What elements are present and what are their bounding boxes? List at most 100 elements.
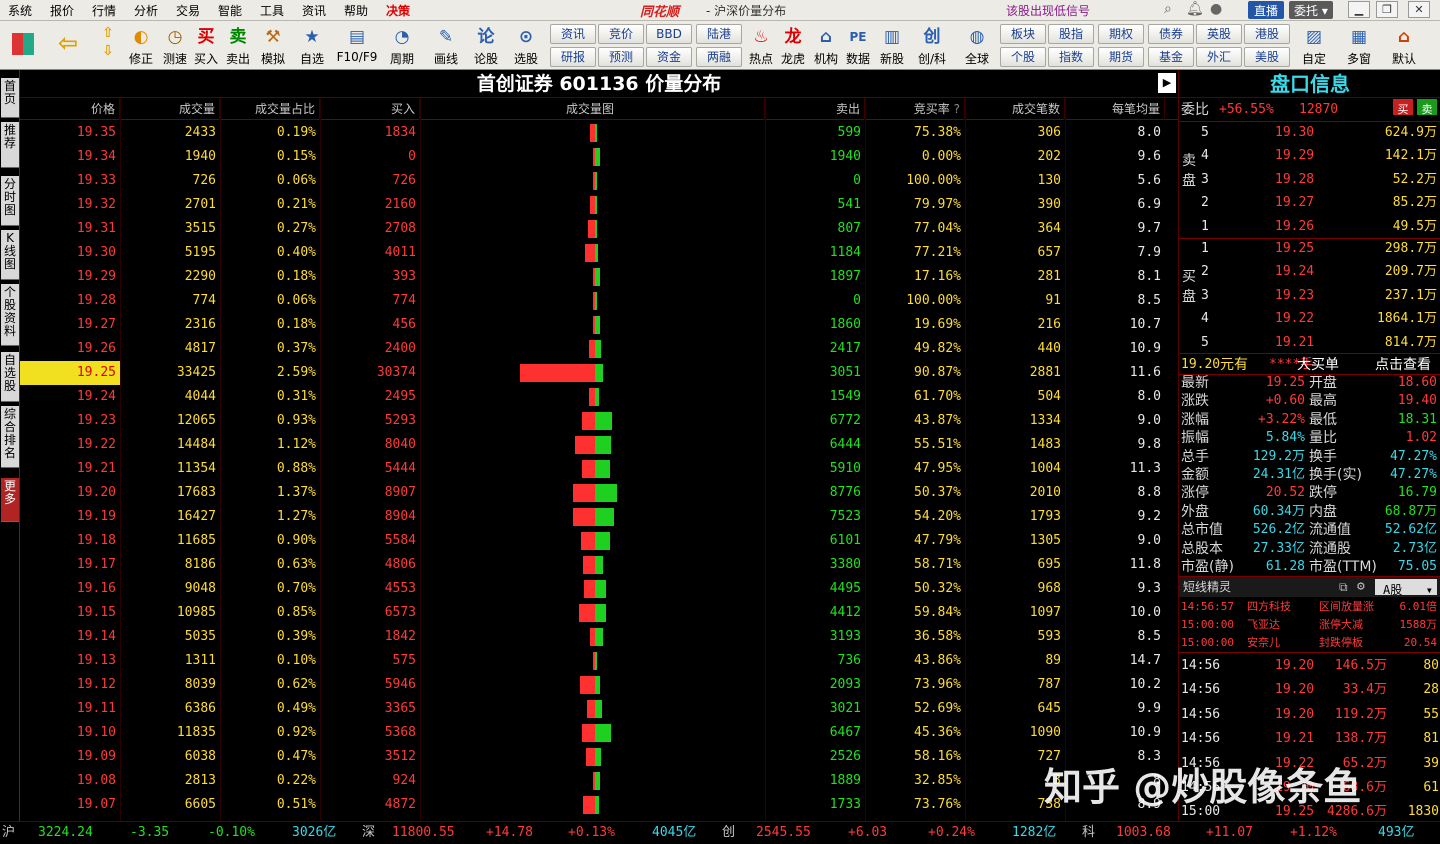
kc-label[interactable]: 科 (1082, 824, 1095, 842)
sprite-item[interactable]: 14:56:57 四方科技 区间放量涨 6.01倍 (1179, 598, 1440, 616)
table-row[interactable]: 19.19 16427 1.27% 8904 7523 54.20% 1793 9.2 (20, 505, 1178, 529)
gear-icon[interactable]: ⚙ (1357, 577, 1365, 597)
toolbar-fix[interactable]: ◐ 修正 (124, 21, 158, 70)
sprite-item[interactable]: 15:00:00 安奈儿 封跌停板 20.54 (1179, 634, 1440, 652)
toolbar-custom[interactable]: ▨ 自定 (1294, 21, 1334, 70)
menu-analysis[interactable]: 分析 (134, 2, 158, 19)
maximize-button[interactable]: ❐ (1376, 1, 1398, 18)
table-row[interactable]: 19.22 14484 1.12% 8040 6444 55.51% 1483 9.8 (20, 433, 1178, 457)
order-level[interactable]: 5 19.21 814.7万 (1179, 332, 1440, 354)
toolbar-dragon[interactable]: 龙龙虎 (778, 21, 808, 70)
tab-ranking[interactable]: 综合排名 (1, 406, 19, 468)
table-row[interactable]: 19.17 8186 0.63% 4806 3380 58.71% 695 11.8 (20, 553, 1178, 577)
toolbar-watchlist[interactable]: ★ 自选 (292, 21, 332, 70)
table-row[interactable]: 19.30 5195 0.40% 4011 1184 77.21% 657 7.9 (20, 241, 1178, 265)
table-row[interactable]: 19.15 10985 0.85% 6573 4412 59.84% 1097 10.0 (20, 601, 1178, 625)
table-row[interactable]: 19.11 6386 0.49% 3365 3021 52.69% 645 9.9 (20, 697, 1178, 721)
table-row[interactable]: 19.16 9048 0.70% 4553 4495 50.32% 968 9.3 (20, 577, 1178, 601)
user-icon[interactable]: ● (1210, 1, 1222, 17)
market-select[interactable]: A股 ▾ (1375, 579, 1437, 597)
minimize-button[interactable]: ▁ (1348, 1, 1370, 18)
live-button[interactable]: 直播 (1248, 1, 1285, 19)
order-level[interactable]: 4 19.22 1864.1万 (1179, 308, 1440, 330)
table-row[interactable]: 19.21 11354 0.88% 5444 5910 47.95% 1004 11.3 (20, 457, 1178, 481)
back-button[interactable]: ⇦ (52, 21, 84, 70)
table-row[interactable]: 19.14 5035 0.39% 1842 3193 36.58% 593 8.5 (20, 625, 1178, 649)
btn-stock[interactable]: 个股 (1000, 47, 1046, 67)
tab-watchlist[interactable]: 自选股 (1, 352, 19, 402)
btn-sector[interactable]: 板块 (1000, 24, 1046, 44)
toolbar-growth[interactable]: 创创/科 (910, 21, 954, 70)
table-row[interactable]: 19.07 6605 0.51% 4872 1733 73.76% 738 8.9 (20, 793, 1178, 817)
btn-futures[interactable]: 期货 (1098, 47, 1144, 67)
layout-button[interactable] (6, 21, 40, 70)
btn-margin[interactable]: 两融 (696, 47, 742, 67)
close-button[interactable]: ✕ (1408, 1, 1430, 18)
menu-quote[interactable]: 报价 (50, 2, 74, 19)
view-big-order-link[interactable]: 点击查看 (1375, 354, 1431, 376)
quick-sell-button[interactable]: 卖 (1417, 99, 1437, 116)
order-level[interactable]: 1 19.26 49.5万 (1179, 216, 1440, 238)
menu-decision[interactable]: 决策 (386, 2, 410, 19)
menu-market[interactable]: 行情 (92, 2, 116, 19)
table-row[interactable]: 19.08 2813 0.22% 924 1889 32.85% 3 8 (20, 769, 1178, 793)
table-row[interactable]: 19.33 726 0.06% 726 0 100.00% 130 5.6 (20, 169, 1178, 193)
col-price[interactable]: 价格 (20, 98, 120, 120)
tab-more[interactable]: 更多 (1, 478, 19, 522)
table-row[interactable]: 19.20 17683 1.37% 8907 8776 50.37% 2010 8.8 (20, 481, 1178, 505)
btn-options[interactable]: 期权 (1098, 24, 1144, 44)
table-row[interactable]: 19.18 11685 0.90% 5584 6101 47.79% 1305 9.0 (20, 529, 1178, 553)
table-row[interactable]: 19.24 4044 0.31% 2495 1549 61.70% 504 8.0 (20, 385, 1178, 409)
menu-news[interactable]: 资讯 (302, 2, 326, 19)
table-row[interactable]: 19.26 4817 0.37% 2400 2417 49.82% 440 10.9 (20, 337, 1178, 361)
cy-label[interactable]: 创 (722, 824, 735, 842)
btn-hk-stock[interactable]: 港股 (1244, 24, 1290, 44)
btn-uk-stock[interactable]: 英股 (1196, 24, 1242, 44)
tab-timeshare[interactable]: 分时图 (1, 176, 19, 226)
menu-system[interactable]: 系统 (8, 2, 32, 19)
big-order-row[interactable]: 19.20 元有 ****手 大买单 点击查看 (1179, 354, 1440, 376)
toolbar-ipo[interactable]: ▥ 新股 (876, 21, 908, 70)
toolbar-f10[interactable]: ▤ F10/F9 (334, 21, 380, 70)
toolbar-default[interactable]: ⌂ 默认 (1384, 21, 1424, 70)
btn-news[interactable]: 资讯 (550, 24, 596, 44)
btn-us-stock[interactable]: 美股 (1244, 47, 1290, 67)
table-row[interactable]: 19.10 11835 0.92% 5368 6467 45.36% 1090 10.9 (20, 721, 1178, 745)
sz-label[interactable]: 深 (362, 824, 375, 842)
toolbar-multiwin[interactable]: ▦ 多窗 (1338, 21, 1380, 70)
search-icon[interactable]: ⌕ (1164, 1, 1172, 17)
table-row[interactable]: 19.12 8039 0.62% 5946 2093 73.96% 787 10.2 (20, 673, 1178, 697)
tab-profile[interactable]: 个股资料 (1, 284, 19, 346)
menu-tools[interactable]: 工具 (260, 2, 284, 19)
bell-icon[interactable]: 🔔︎ (1186, 1, 1204, 17)
toolbar-draw[interactable]: ✎ 画线 (426, 21, 466, 70)
col-trades[interactable]: 成交笔数 (965, 98, 1065, 120)
col-sell[interactable]: 卖出 (765, 98, 865, 120)
btn-index-futures[interactable]: 股指 (1048, 24, 1094, 44)
help-icon[interactable]: ? (954, 102, 960, 116)
table-row[interactable]: 19.25 33425 2.59% 30374 3051 90.87% 2881 11.6 (20, 361, 1178, 385)
menu-trade[interactable]: 交易 (176, 2, 200, 19)
btn-forecast[interactable]: 预测 (598, 47, 644, 67)
order-level[interactable]: 2 19.24 209.7万 (1179, 261, 1440, 283)
expand-panel-button[interactable]: ▶ (1158, 73, 1176, 93)
tab-home[interactable]: 首页 (1, 78, 19, 118)
tab-kline[interactable]: K线图 (1, 230, 19, 280)
toolbar-institution[interactable]: ⌂ 机构 (810, 21, 842, 70)
btn-funds[interactable]: 资金 (646, 47, 692, 67)
table-row[interactable]: 19.35 2433 0.19% 1834 599 75.38% 306 8.0 (20, 121, 1178, 145)
table-row[interactable]: 19.13 1311 0.10% 575 736 43.86% 89 14.7 (20, 649, 1178, 673)
btn-index[interactable]: 指数 (1048, 47, 1094, 67)
btn-bbd[interactable]: BBD (646, 24, 692, 44)
tab-recommend[interactable]: 推荐 (1, 122, 19, 168)
col-volume[interactable]: 成交量 (120, 98, 220, 120)
toolbar-sell[interactable]: 卖卖出 (222, 21, 254, 70)
order-level[interactable]: 4 19.29 142.1万 (1179, 145, 1440, 167)
table-row[interactable]: 19.28 774 0.06% 774 0 100.00% 91 8.5 (20, 289, 1178, 313)
up-down-button[interactable]: ⇧ ⇩ (96, 21, 120, 70)
toolbar-buy[interactable]: 买买入 (190, 21, 222, 70)
col-buy[interactable]: 买入 (320, 98, 420, 120)
order-level[interactable]: 2 19.27 85.2万 (1179, 192, 1440, 214)
order-level[interactable]: 1 19.25 298.7万 (1179, 238, 1440, 260)
order-level[interactable]: 5 19.30 624.9万 (1179, 122, 1440, 144)
